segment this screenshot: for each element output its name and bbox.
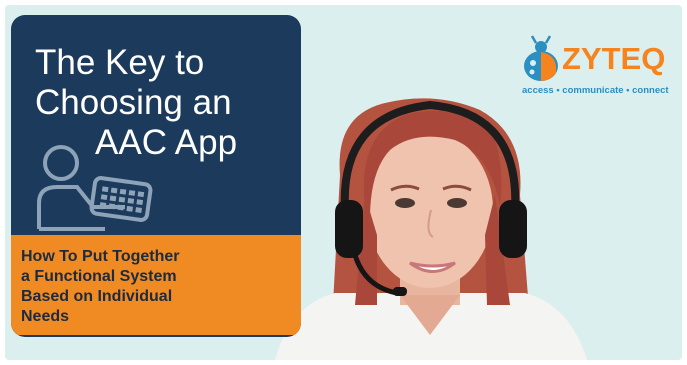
subtitle-line: a Functional System bbox=[21, 268, 177, 285]
zyteq-logo: ZYTEQ access • communicate • connect bbox=[522, 35, 682, 105]
logo-wordmark: ZYTEQ bbox=[562, 41, 666, 76]
title-card: The Key to Choosing an AAC App How To Pu… bbox=[11, 15, 301, 337]
subtitle-band: How To Put Together a Functional System … bbox=[11, 235, 301, 335]
video-frame[interactable]: The Key to Choosing an AAC App How To Pu… bbox=[5, 5, 682, 360]
logo-tagline: access • communicate • connect bbox=[522, 85, 669, 96]
video-subtitle: How To Put Together a Functional System … bbox=[21, 247, 291, 327]
subtitle-line: Needs bbox=[21, 308, 70, 325]
subtitle-line: Based on Individual bbox=[21, 288, 173, 305]
title-line: Choosing an bbox=[35, 83, 232, 122]
aac-device-user-icon bbox=[37, 145, 153, 231]
subtitle-line: How To Put Together bbox=[21, 248, 180, 265]
ladybug-logo-icon bbox=[524, 35, 558, 81]
title-line: The Key to bbox=[35, 43, 205, 82]
